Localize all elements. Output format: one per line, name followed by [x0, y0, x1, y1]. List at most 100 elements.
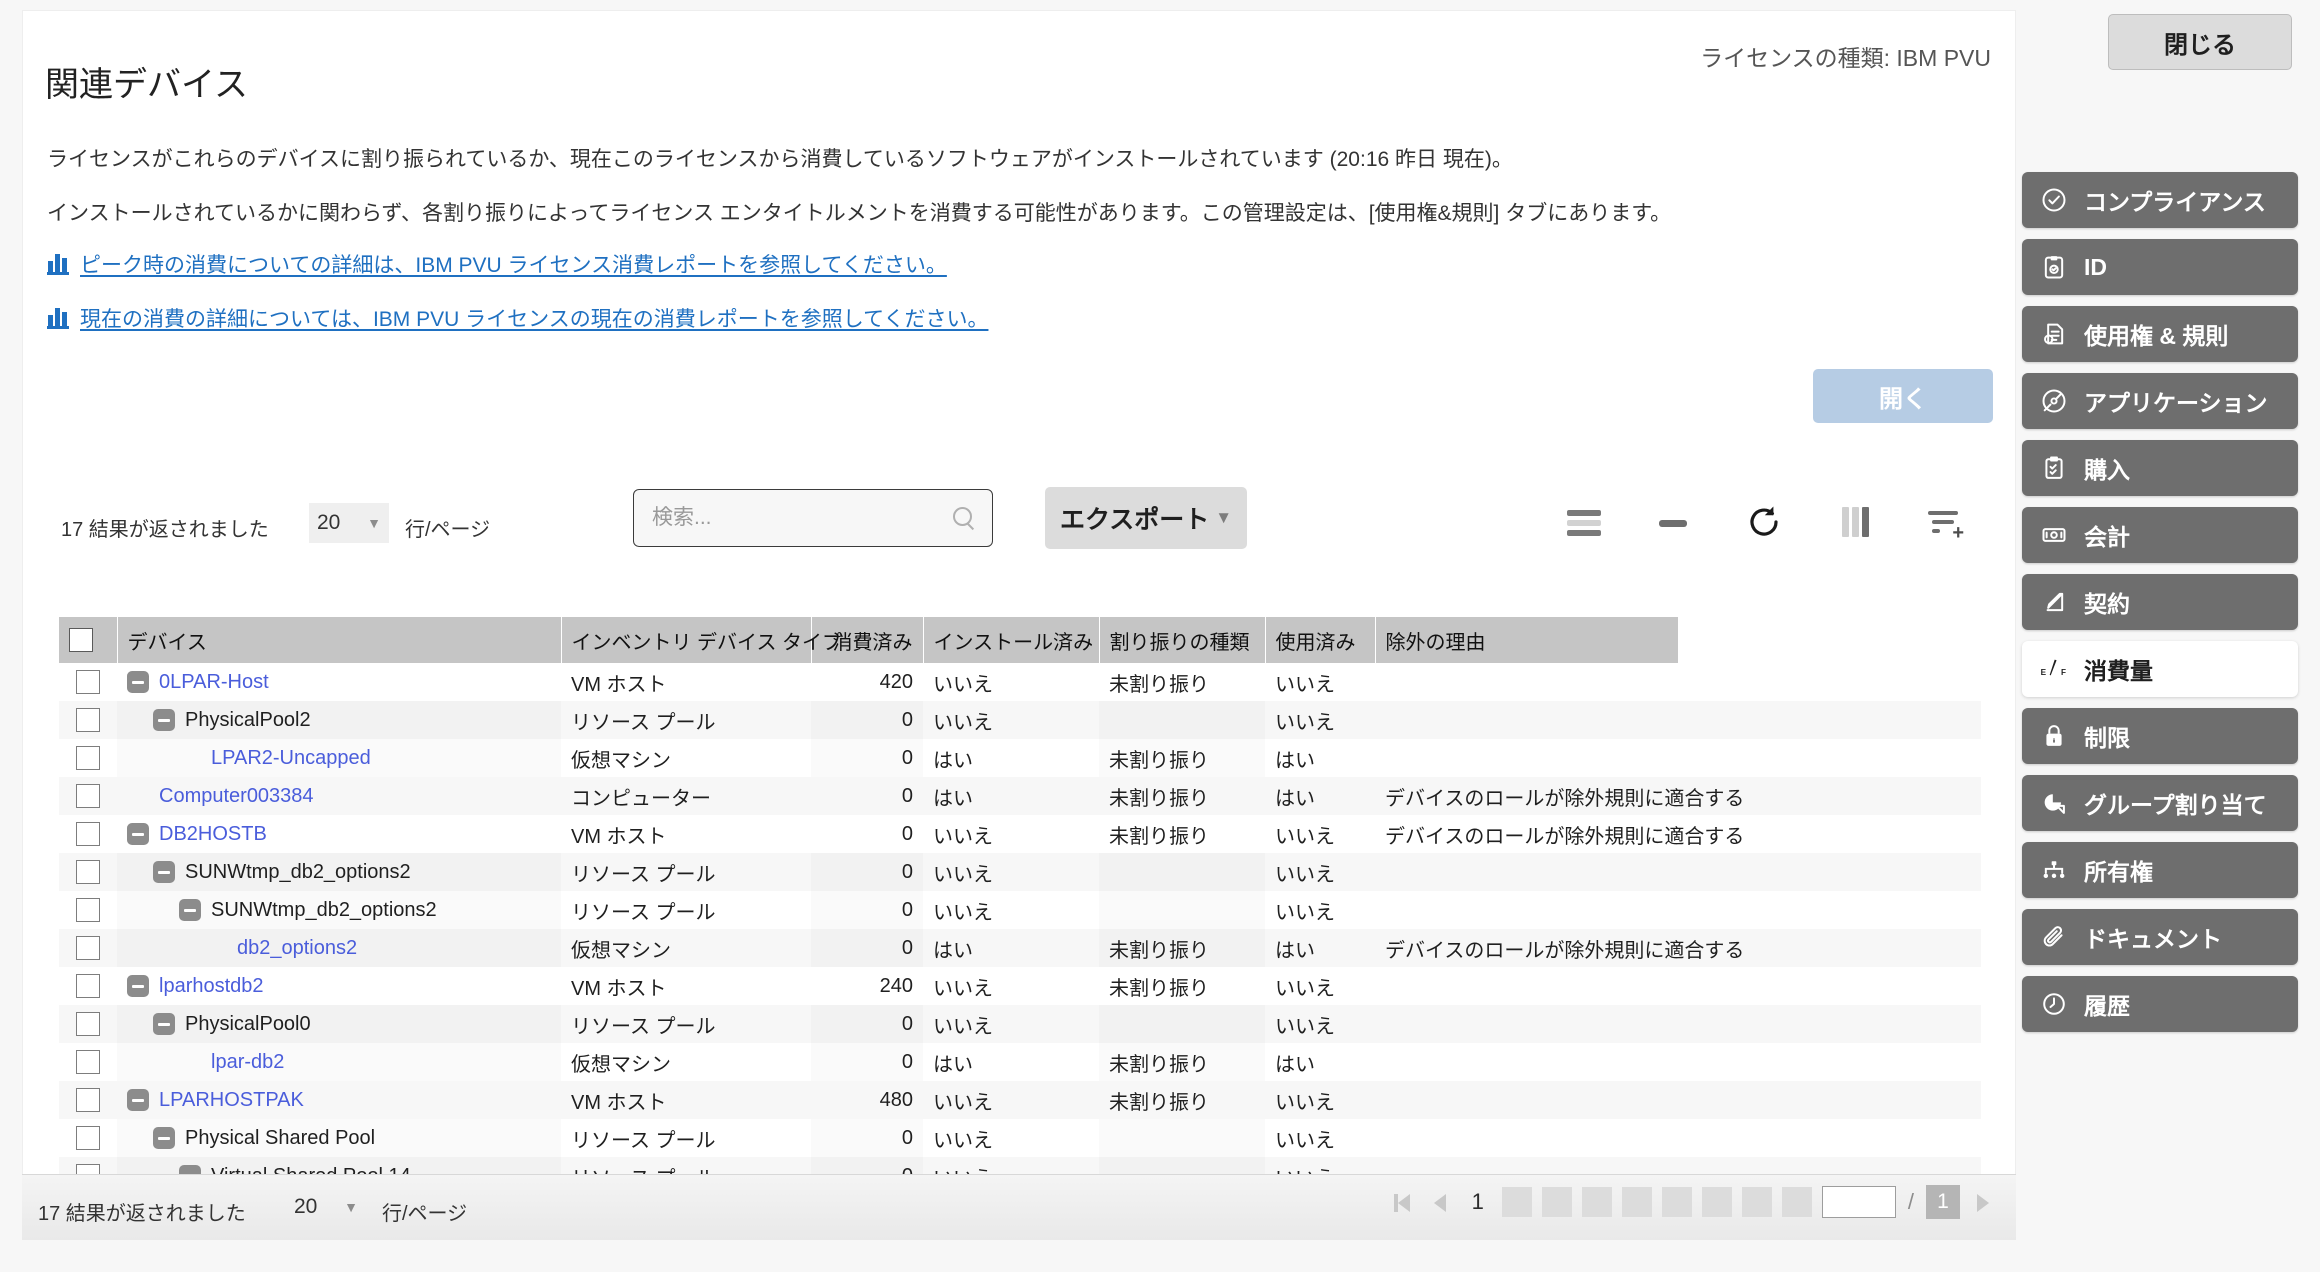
- rail-item-4[interactable]: アプリケーション: [2022, 373, 2298, 429]
- footer-rows-per-page-select[interactable]: 20 ▼: [286, 1187, 366, 1227]
- row-checkbox[interactable]: [76, 860, 100, 884]
- previous-page-button[interactable]: [1428, 1186, 1454, 1218]
- rail-item-label: 消費量: [2084, 658, 2153, 684]
- table-row[interactable]: SUNWtmp_db2_options2 リソース プール 0 いいえ いいえ: [59, 891, 1981, 929]
- row-checkbox[interactable]: [76, 974, 100, 998]
- row-select-cell: [59, 815, 117, 853]
- rail-item-1[interactable]: コンプライアンス: [2022, 172, 2298, 228]
- rail-item-12[interactable]: ドキュメント: [2022, 909, 2298, 965]
- device-link[interactable]: Computer003384: [159, 785, 314, 808]
- list-view-icon[interactable]: [1563, 501, 1605, 543]
- rail-item-2[interactable]: ID: [2022, 239, 2298, 295]
- cell-allocation-type: 未割り振り: [1099, 1081, 1265, 1119]
- device-link[interactable]: LPAR2-Uncapped: [211, 747, 371, 770]
- current-page-number[interactable]: 1: [1464, 1189, 1492, 1215]
- row-checkbox[interactable]: [76, 670, 100, 694]
- rows-per-page-select[interactable]: 20 ▼: [309, 503, 389, 543]
- table-row[interactable]: DB2HOSTB VM ホスト 0 いいえ 未割り振り いいえ デバイスのロールが除外規則に…: [59, 815, 1981, 853]
- table-row[interactable]: SUNWtmp_db2_options2 リソース プール 0 いいえ いいえ: [59, 853, 1981, 891]
- page-block[interactable]: [1581, 1187, 1612, 1217]
- column-header-inventory-device-type[interactable]: インベントリ デバイス タイプ: [561, 617, 842, 663]
- cell-inventory-device-type: リソース プール: [561, 853, 811, 891]
- page-block[interactable]: [1661, 1187, 1692, 1217]
- table-row[interactable]: Computer003384 コンピューター 0 はい 未割り振り はい デバイスのロールが…: [59, 777, 1981, 815]
- row-checkbox[interactable]: [76, 746, 100, 770]
- close-button[interactable]: 閉じる: [2108, 14, 2292, 70]
- row-checkbox[interactable]: [76, 1088, 100, 1112]
- device-link[interactable]: lparhostdb2: [159, 975, 264, 998]
- page-block[interactable]: [1621, 1187, 1652, 1217]
- rail-item-8[interactable]: E F 消費量: [2022, 641, 2298, 697]
- table-row[interactable]: PhysicalPool2 リソース プール 0 いいえ いいえ: [59, 701, 1981, 739]
- collapse-toggle-icon[interactable]: [153, 861, 175, 883]
- collapse-toggle-icon[interactable]: [179, 899, 201, 921]
- row-checkbox[interactable]: [76, 708, 100, 732]
- column-header-exclusion-reason[interactable]: 除外の理由: [1375, 617, 1679, 663]
- next-page-button[interactable]: [1970, 1186, 1996, 1218]
- row-checkbox[interactable]: [76, 936, 100, 960]
- row-checkbox[interactable]: [76, 1126, 100, 1150]
- page-block[interactable]: [1781, 1187, 1812, 1217]
- current-consumption-report-link[interactable]: 現在の消費の詳細については、IBM PVU ライセンスの現在の消費レポートを参照…: [47, 303, 988, 333]
- page-block[interactable]: [1501, 1187, 1532, 1217]
- collapse-toggle-icon[interactable]: [127, 671, 149, 693]
- rail-item-3[interactable]: 使用権 & 規則: [2022, 306, 2298, 362]
- collapse-all-icon[interactable]: [1653, 501, 1695, 543]
- cell-inventory-device-type: コンピューター: [561, 777, 811, 815]
- first-page-button[interactable]: [1392, 1186, 1418, 1218]
- table-row[interactable]: db2_options2 仮想マシン 0 はい 未割り振り はい デバイスのロールが除外規則…: [59, 929, 1981, 967]
- rail-item-5[interactable]: 購入: [2022, 440, 2298, 496]
- table-row[interactable]: LPARHOSTPAK VM ホスト 480 いいえ 未割り振り いいえ: [59, 1081, 1981, 1119]
- rail-item-6[interactable]: 会計: [2022, 507, 2298, 563]
- row-checkbox[interactable]: [76, 784, 100, 808]
- search-input[interactable]: [650, 505, 952, 531]
- page-number-input[interactable]: [1821, 1186, 1896, 1218]
- row-select-cell: [59, 1119, 117, 1157]
- row-checkbox[interactable]: [76, 898, 100, 922]
- device-link[interactable]: 0LPAR-Host: [159, 671, 269, 694]
- collapse-toggle-icon[interactable]: [127, 1089, 149, 1111]
- add-filter-icon[interactable]: +: [1923, 501, 1965, 543]
- device-link[interactable]: db2_options2: [237, 937, 357, 960]
- export-button[interactable]: エクスポート ▼: [1045, 487, 1247, 549]
- column-header-device[interactable]: デバイス: [117, 617, 562, 663]
- collapse-toggle-icon[interactable]: [153, 1127, 175, 1149]
- column-header-allocation-type[interactable]: 割り振りの種類: [1099, 617, 1266, 663]
- row-checkbox[interactable]: [76, 822, 100, 846]
- rail-item-7[interactable]: 契約: [2022, 574, 2298, 630]
- search-box[interactable]: [633, 489, 993, 547]
- refresh-icon[interactable]: [1743, 501, 1785, 543]
- collapse-toggle-icon[interactable]: [153, 709, 175, 731]
- table-row[interactable]: lpar-db2 仮想マシン 0 はい 未割り振り はい: [59, 1043, 1981, 1081]
- table-row[interactable]: lparhostdb2 VM ホスト 240 いいえ 未割り振り いいえ: [59, 967, 1981, 1005]
- clear-filter-icon[interactable]: [2013, 501, 2015, 543]
- table-row[interactable]: 0LPAR-Host VM ホスト 420 いいえ 未割り振り いいえ: [59, 663, 1981, 701]
- rail-item-10[interactable]: グループ割り当て: [2022, 775, 2298, 831]
- column-header-used[interactable]: 使用済み: [1265, 617, 1376, 663]
- search-icon[interactable]: [952, 506, 976, 530]
- column-header-installed[interactable]: インストール済み: [923, 617, 1100, 663]
- device-link[interactable]: DB2HOSTB: [159, 823, 267, 846]
- total-pages-label: 1: [1926, 1185, 1960, 1219]
- rail-item-11[interactable]: 所有権: [2022, 842, 2298, 898]
- open-button[interactable]: 開く: [1813, 369, 1993, 423]
- collapse-toggle-icon[interactable]: [153, 1013, 175, 1035]
- collapse-toggle-icon[interactable]: [127, 975, 149, 997]
- rail-item-9[interactable]: 制限: [2022, 708, 2298, 764]
- table-row[interactable]: PhysicalPool0 リソース プール 0 いいえ いいえ: [59, 1005, 1981, 1043]
- select-all-checkbox[interactable]: [69, 628, 93, 652]
- table-row[interactable]: Physical Shared Pool リソース プール 0 いいえ いいえ: [59, 1119, 1981, 1157]
- row-checkbox[interactable]: [76, 1012, 100, 1036]
- table-row[interactable]: LPAR2-Uncapped 仮想マシン 0 はい 未割り振り はい: [59, 739, 1981, 777]
- page-block[interactable]: [1701, 1187, 1732, 1217]
- collapse-toggle-icon[interactable]: [127, 823, 149, 845]
- page-block[interactable]: [1541, 1187, 1572, 1217]
- row-checkbox[interactable]: [76, 1050, 100, 1074]
- columns-icon[interactable]: [1833, 501, 1875, 543]
- rail-item-13[interactable]: 履歴: [2022, 976, 2298, 1032]
- device-link[interactable]: lpar-db2: [211, 1051, 284, 1074]
- page-block[interactable]: [1741, 1187, 1772, 1217]
- peak-consumption-report-link[interactable]: ピーク時の消費についての詳細は、IBM PVU ライセンス消費レポートを参照して…: [47, 249, 947, 279]
- device-link[interactable]: LPARHOSTPAK: [159, 1089, 304, 1112]
